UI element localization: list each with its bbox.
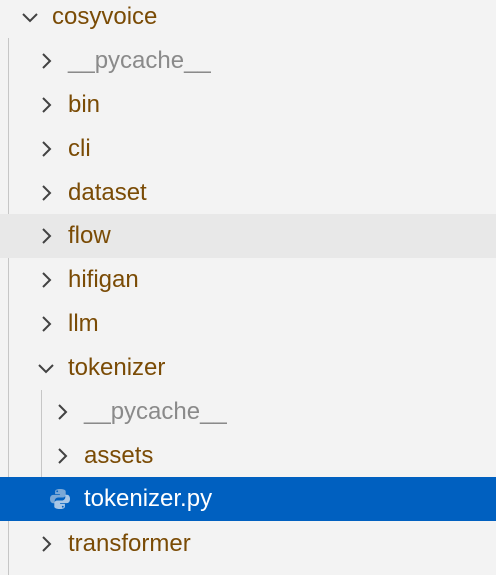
chevron-right-icon <box>34 268 58 292</box>
tree-item-llm[interactable]: llm <box>0 302 496 346</box>
tree-item-hifigan[interactable]: hifigan <box>0 258 496 302</box>
tree-item-label: llm <box>68 310 99 337</box>
chevron-down-icon <box>18 5 42 29</box>
chevron-right-icon <box>34 181 58 205</box>
tree-item-label: dataset <box>68 179 147 206</box>
tree-item-tokenizer[interactable]: tokenizer <box>0 346 496 390</box>
chevron-right-icon <box>34 137 58 161</box>
tree-item-label: hifigan <box>68 266 139 293</box>
chevron-right-icon <box>34 224 58 248</box>
tree-item-cli[interactable]: cli <box>0 127 496 171</box>
tree-item-label: cli <box>68 135 91 162</box>
tree-item-label: tokenizer.py <box>84 485 213 512</box>
tree-item-tokenizer-py[interactable]: tokenizer.py <box>0 477 496 521</box>
tree-item-pycache[interactable]: __pycache__ <box>0 39 496 83</box>
chevron-right-icon <box>50 400 74 424</box>
tree-item-label: transformer <box>68 530 191 557</box>
tree-item-label: assets <box>84 442 154 469</box>
tree-item-tokenizer-pycache[interactable]: __pycache__ <box>0 390 496 434</box>
chevron-right-icon <box>50 444 74 468</box>
python-file-icon <box>48 487 72 511</box>
tree-item-transformer[interactable]: transformer <box>0 522 496 566</box>
tree-item-label: __pycache__ <box>68 47 211 74</box>
tree-item-label: cosyvoice <box>52 3 158 30</box>
tree-item-bin[interactable]: bin <box>0 83 496 127</box>
chevron-right-icon <box>34 93 58 117</box>
chevron-right-icon <box>34 49 58 73</box>
tree-item-assets[interactable]: assets <box>0 434 496 478</box>
tree-item-label: __pycache__ <box>84 398 227 425</box>
tree-item-label: flow <box>68 222 111 249</box>
tree-item-label: tokenizer <box>68 354 166 381</box>
chevron-right-icon <box>34 312 58 336</box>
tree-item-flow[interactable]: flow <box>0 214 496 258</box>
tree-item-label: bin <box>68 91 101 118</box>
tree-item-dataset[interactable]: dataset <box>0 171 496 215</box>
chevron-down-icon <box>34 356 58 380</box>
chevron-right-icon <box>34 532 58 556</box>
tree-item-cosyvoice[interactable]: cosyvoice <box>0 0 496 39</box>
file-explorer-tree: cosyvoice __pycache__ bin cli dataset fl… <box>0 0 496 575</box>
